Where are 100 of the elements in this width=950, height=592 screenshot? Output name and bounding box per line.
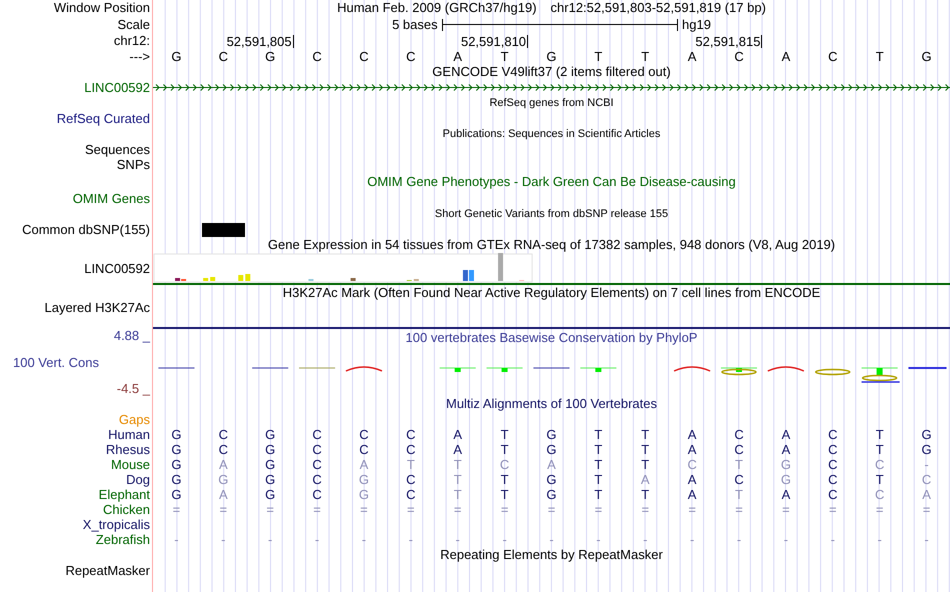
base-letter: A [360,458,368,472]
base-letter: = [407,502,415,516]
base-letter: - [549,532,554,546]
base-letter: A [218,488,228,502]
track-label[interactable]: X_tropicalis [82,518,150,532]
base-letter: C [406,488,416,502]
track-label[interactable]: 100 Vert. Cons [13,356,99,370]
base-letter: T [876,50,884,64]
axis-min-label: -4.5 _ [116,382,150,396]
base-letter: C [406,442,416,456]
base-letter: G [265,458,276,472]
base-letter: C [359,428,369,442]
track-label[interactable]: RefSeq Curated [56,112,150,126]
base-letter: G [546,442,557,456]
base-letter: = [828,502,837,516]
base-letter: C [734,428,744,442]
base-letter: C [828,428,838,442]
base-letter: T [876,442,884,456]
base-letter: C [406,472,416,486]
base-letter: C [218,50,228,64]
base-letter: C [734,442,744,456]
base-letter: C [922,472,932,486]
chromosome-label: chr12: [114,34,150,48]
base-letter: = [500,502,508,516]
base-letter: C [828,442,838,456]
base-letter: - [596,532,601,546]
base-letter: C [359,50,369,64]
base-letter: G [265,50,276,64]
base-letter: - [362,532,366,546]
track-label[interactable]: Mouse [110,458,150,472]
base-letter: = [735,502,743,516]
base-letter: = [548,502,556,516]
base-letter: = [266,502,274,516]
track-label[interactable]: Zebrafish [96,532,150,546]
base-letter: G [171,472,182,486]
base-letter: - [456,532,460,546]
base-letter: G [358,472,370,486]
base-letter: T [594,472,602,486]
base-letter: T [454,472,462,486]
track-label[interactable]: Chicken [103,502,150,516]
base-letter: - [643,532,648,546]
track-label[interactable]: SNPs [116,158,150,172]
snp-feature[interactable] [202,222,245,236]
track-label[interactable]: Rhesus [106,442,150,456]
base-letter: - [174,532,179,546]
base-letter: G [546,428,557,442]
base-letter: C [874,488,884,502]
track-title: GENCODE V49lift37 (2 items filtered out) [432,65,671,79]
base-letter: A [782,488,790,502]
base-letter: = [641,502,650,516]
base-letter: G [921,50,932,64]
ruler-position: 52,591,805 [226,34,294,48]
base-letter: C [828,50,838,64]
window-position-label: Window Position [54,1,150,15]
track-label[interactable]: Common dbSNP(155) [22,222,150,236]
base-letter: G [265,442,276,456]
base-letter: - [878,532,882,546]
base-letter: G [358,488,370,502]
track-label[interactable]: LINC00592 [84,262,150,276]
base-letter: = [313,502,321,516]
track-label[interactable]: LINC00592 [84,80,150,94]
base-letter: C [828,472,838,486]
base-letter: A [547,458,556,472]
base-letter: - [314,532,320,546]
track-label[interactable]: OMIM Genes [72,192,150,206]
base-letter: A [782,442,790,456]
base-letter: C [687,458,697,472]
base-letter: = [172,502,180,516]
assembly-title: Human Feb. 2009 (GRCh37/hg19) [337,1,537,15]
base-letter: A [688,428,696,442]
base-letter: G [546,488,557,502]
track-label[interactable]: Layered H3K27Ac [44,301,150,315]
base-letter: A [688,442,696,456]
base-letter: C [312,442,322,456]
base-letter: G [265,428,276,442]
track-label[interactable]: Sequences [84,142,150,156]
track-label[interactable]: Elephant [98,488,150,502]
base-letter: G [171,442,182,456]
track-label[interactable]: Human [108,428,150,442]
base-letter: T [594,442,602,456]
base-letter: T [454,488,462,502]
track-label[interactable]: RepeatMasker [65,564,150,578]
base-letter: C [312,488,322,502]
ruler-position: 52,591,810 [460,34,528,48]
base-letter: - [502,532,507,546]
base-letter: T [594,488,602,502]
base-letter: = [876,502,884,516]
base-letter: A [782,50,790,64]
base-letter: T [735,488,743,502]
base-letter: C [406,428,416,442]
base-letter: T [454,458,462,472]
track-title: H3K27Ac Mark (Often Found Near Active Regulatory Elements) on 7 cell lines from ENCODE [282,286,820,300]
base-letter: C [359,442,369,456]
track-label[interactable]: Dog [126,472,150,486]
base-letter: T [641,458,650,472]
axis-max-label: 4.88 _ [114,329,150,343]
base-letter: C [218,442,228,456]
base-letter: T [594,428,602,442]
track-title: Multiz Alignments of 100 Vertebrates [446,397,657,411]
track-title: RefSeq genes from NCBI [489,96,614,110]
